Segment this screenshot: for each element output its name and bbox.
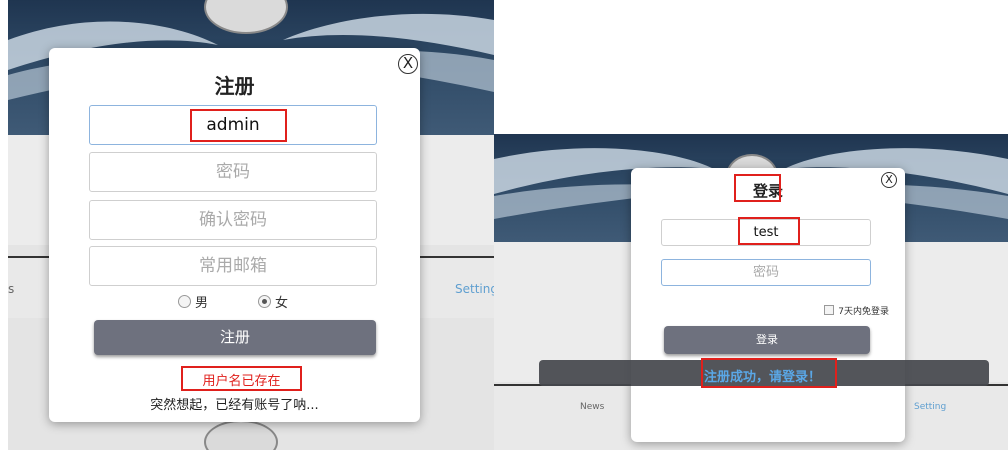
email-input[interactable]: 常用邮箱: [89, 246, 377, 286]
remember-checkbox[interactable]: [824, 305, 835, 315]
nav-item-news[interactable]: News: [580, 402, 604, 412]
highlight-username: [738, 217, 800, 245]
radio-male[interactable]: [178, 295, 191, 308]
radio-female[interactable]: [258, 295, 271, 308]
confirm-password-input[interactable]: 确认密码: [89, 200, 377, 240]
highlight-title: [734, 174, 781, 202]
remember-me-option[interactable]: 7天内免登录: [824, 304, 889, 317]
gender-male-label: 男: [195, 296, 209, 311]
password-input[interactable]: 密码: [661, 259, 871, 286]
nav-item-fragment[interactable]: s: [8, 282, 14, 296]
nav-item-setting[interactable]: Setting: [455, 282, 494, 296]
dialog-title: 注册: [214, 74, 255, 98]
bottom-emblem-icon: [204, 420, 278, 450]
register-screenshot: s Setting X 注册 admin 密码 确认密码 常用邮箱 男 女 注册…: [8, 0, 494, 450]
gender-female-option[interactable]: 女: [258, 292, 288, 311]
remember-label: 7天内免登录: [838, 307, 889, 317]
gender-male-option[interactable]: 男: [178, 292, 208, 311]
login-button[interactable]: 登录: [664, 326, 870, 354]
register-button[interactable]: 注册: [94, 320, 376, 355]
nav-item-setting[interactable]: Setting: [914, 402, 946, 412]
password-input[interactable]: 密码: [89, 152, 377, 192]
login-dialog: X 登录 test 密码 7天内免登录 登录: [631, 168, 905, 442]
highlight-toast: [701, 358, 837, 388]
login-screenshot: News Setting X 登录 test 密码 7天内免登录 登录 注册成功…: [494, 134, 1008, 450]
register-dialog: X 注册 admin 密码 确认密码 常用邮箱 男 女 注册 用户名已存在 突然…: [49, 48, 420, 422]
gender-female-label: 女: [275, 296, 289, 311]
highlight-username: [190, 109, 287, 142]
highlight-error: [181, 366, 302, 391]
login-link[interactable]: 突然想起，已经有账号了呐...: [49, 394, 420, 413]
